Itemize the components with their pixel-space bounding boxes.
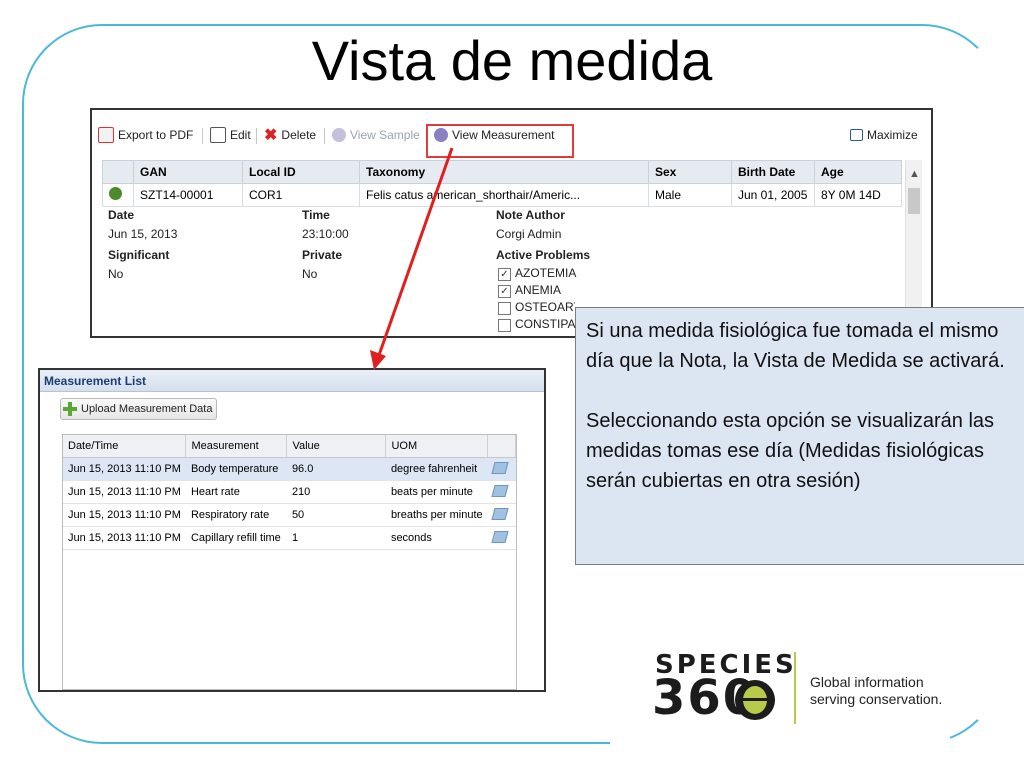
logo-divider bbox=[794, 652, 796, 724]
logo-tagline: Global information serving conservation. bbox=[810, 674, 942, 708]
tagline-line: serving conservation. bbox=[810, 691, 943, 707]
arrow-line bbox=[376, 147, 454, 359]
callout-paragraph: Si una medida fisiológica fue tomada el … bbox=[586, 320, 1005, 372]
callout-paragraph: Seleccionando esta opción se visualizará… bbox=[586, 410, 995, 492]
tagline-line: Global information bbox=[810, 674, 924, 690]
explanation-callout: Si una medida fisiológica fue tomada el … bbox=[575, 307, 1024, 565]
globe-icon bbox=[735, 680, 775, 720]
arrow-head bbox=[370, 350, 386, 370]
